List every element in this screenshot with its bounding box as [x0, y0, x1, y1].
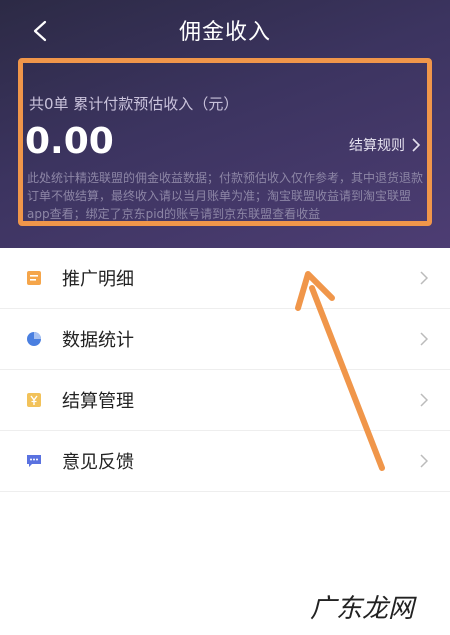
chat-bubble-icon	[27, 455, 41, 467]
earnings-header: 佣金收入 共0单 累计付款预估收入（元） 0.00 结算规则 此处统计精选联盟的…	[0, 0, 450, 248]
yen-card-icon	[27, 393, 41, 407]
list-doc-icon	[27, 271, 41, 285]
chevron-right-icon	[420, 393, 428, 407]
chevron-right-icon	[420, 271, 428, 285]
pie-chart-icon	[27, 332, 41, 346]
estimated-income-amount: 0.00	[25, 121, 114, 162]
settlement-rules-label: 结算规则	[349, 138, 405, 154]
statistics-note: 此处统计精选联盟的佣金收益数据；付款预估收入仅作参考，其中退货退款订单不做结算，…	[27, 171, 424, 221]
earnings-summary-highlight: 共0单 累计付款预估收入（元） 0.00 结算规则 此处统计精选联盟的佣金收益数…	[18, 58, 432, 226]
menu-item-label: 数据统计	[62, 330, 134, 351]
menu-item-label: 意见反馈	[62, 452, 134, 473]
menu-item-label: 推广明细	[62, 269, 134, 290]
chevron-right-icon	[420, 332, 428, 346]
chevron-right-icon	[420, 454, 428, 468]
page-title: 佣金收入	[178, 20, 271, 45]
site-watermark: 广东龙网	[310, 594, 415, 624]
settlement-rules-link[interactable]: 结算规则	[349, 135, 421, 155]
order-count-label: 共0单 累计付款预估收入（元）	[29, 95, 239, 113]
chevron-right-icon	[412, 138, 421, 152]
annotation-arrow	[295, 271, 385, 471]
menu-item-label: 结算管理	[62, 391, 134, 412]
